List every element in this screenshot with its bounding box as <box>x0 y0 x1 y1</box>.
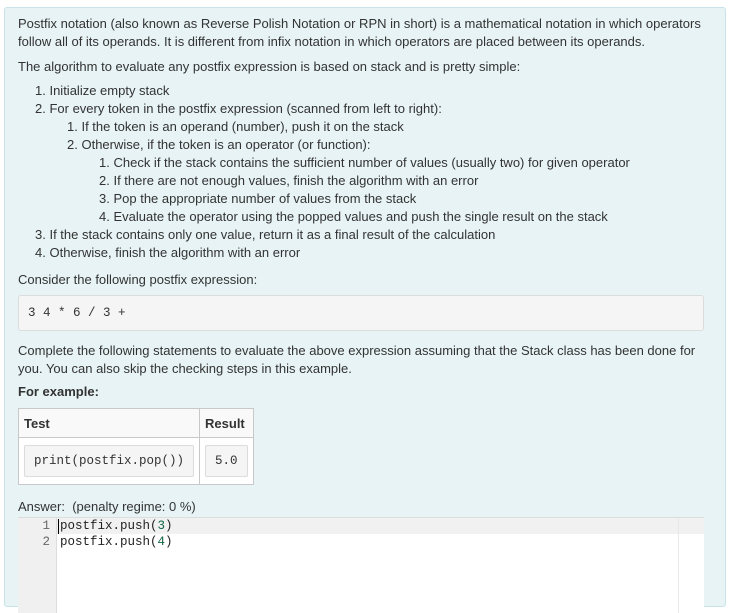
expression-text: 3 4 * 6 / 3 + <box>28 306 126 320</box>
result-value: 5.0 <box>205 445 248 477</box>
step-item: 1. Initialize empty stack <box>35 83 170 98</box>
table-row: print(postfix.pop()) 5.0 <box>17 437 254 485</box>
example-table: Test Result print(postfix.pop()) 5.0 <box>17 408 254 485</box>
consider-text: Consider the following postfix expressio… <box>18 272 258 287</box>
step-item: 2. For every token in the postfix expres… <box>35 101 442 116</box>
test-code: print(postfix.pop()) <box>24 445 195 477</box>
step-item: 3. Pop the appropriate number of values … <box>99 191 417 206</box>
code-line[interactable]: postfix.push(4) <box>60 534 173 550</box>
expression-code-block: 3 4 * 6 / 3 + <box>18 295 704 331</box>
table-header-result: Result <box>199 408 254 438</box>
intro-text: Postfix notation (also known as Reverse … <box>18 16 701 49</box>
line-number: 2 <box>42 535 50 549</box>
step-item: 1. If the token is an operand (number), … <box>67 119 404 134</box>
step-item: 3. If the stack contains only one value,… <box>35 227 496 242</box>
algorithm-intro: The algorithm to evaluate any postfix ex… <box>18 59 521 74</box>
step-item: 4. Otherwise, finish the algorithm with … <box>35 245 301 260</box>
step-item: 2. Otherwise, if the token is an operato… <box>67 137 371 152</box>
answer-code-editor[interactable]: 1 2 postfix.push(3) postfix.push(4) <box>18 517 704 613</box>
code-line[interactable]: postfix.push(3) <box>60 518 173 534</box>
table-header-test: Test <box>17 408 201 438</box>
for-example-heading: For example: <box>18 384 99 399</box>
instructions-text: Complete the following statements to eva… <box>18 343 696 376</box>
step-item: 2. If there are not enough values, finis… <box>99 173 479 188</box>
step-item: 1. Check if the stack contains the suffi… <box>99 155 630 170</box>
line-number-gutter: 1 2 <box>18 518 57 613</box>
penalty-regime: (penalty regime: 0 %) <box>72 499 196 514</box>
question-panel: Postfix notation (also known as Reverse … <box>4 7 726 613</box>
step-item: 4. Evaluate the operator using the poppe… <box>99 209 608 224</box>
text-cursor <box>58 519 59 534</box>
line-number: 1 <box>42 519 50 533</box>
print-margin-line <box>678 518 679 613</box>
answer-label: Answer: (penalty regime: 0 %) <box>18 499 196 514</box>
